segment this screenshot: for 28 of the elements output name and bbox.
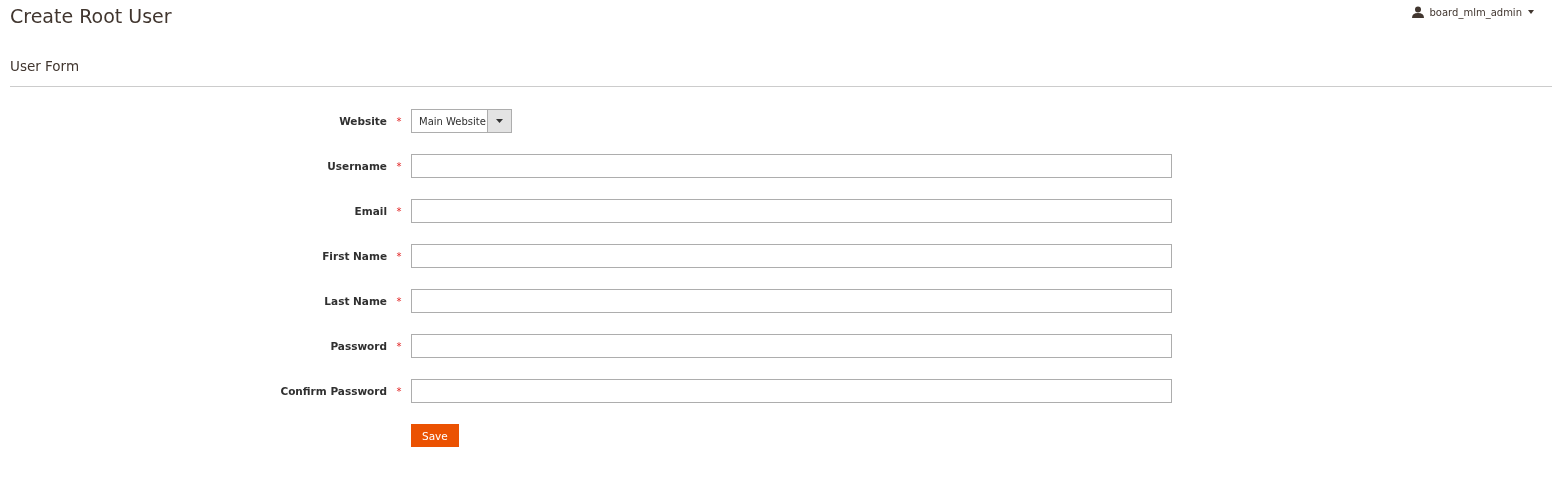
- input-field[interactable]: [411, 289, 1172, 313]
- section-title: User Form: [10, 58, 81, 74]
- field-label: First Name: [321, 250, 387, 262]
- field-label: Confirm Password: [279, 385, 387, 397]
- page-title: Create Root User: [10, 5, 172, 27]
- website-select[interactable]: Main Website: [411, 109, 512, 133]
- password-field[interactable]: [411, 379, 1172, 403]
- field-label: Website: [338, 115, 387, 127]
- required-mark: *: [395, 160, 403, 172]
- save-button[interactable]: Save: [411, 424, 459, 447]
- password-field[interactable]: [411, 334, 1172, 358]
- field-label: Last Name: [323, 295, 387, 307]
- required-mark: *: [395, 340, 403, 352]
- required-mark: *: [395, 295, 403, 307]
- caret-icon: [496, 119, 503, 123]
- input-field[interactable]: [411, 244, 1172, 268]
- caret-icon: [1528, 10, 1534, 14]
- account-menu[interactable]: board_mlm_admin: [1411, 6, 1534, 18]
- field-label: Email: [353, 205, 387, 217]
- user-icon: [1411, 6, 1424, 18]
- input-field[interactable]: [411, 154, 1172, 178]
- required-mark: *: [395, 385, 403, 397]
- field-label: Username: [326, 160, 387, 172]
- input-field[interactable]: [411, 199, 1172, 223]
- required-mark: *: [395, 250, 403, 262]
- required-mark: *: [395, 115, 403, 127]
- field-label: Password: [329, 340, 387, 352]
- required-mark: *: [395, 205, 403, 217]
